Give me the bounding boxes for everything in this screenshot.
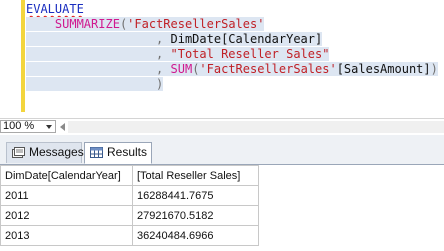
code-token: [SalesAmount] <box>336 62 431 76</box>
query-editor[interactable]: EVALUATE SUMMARIZE('FactResellerSales' ,… <box>0 0 444 118</box>
tab-messages[interactable]: Messages <box>6 142 84 163</box>
code-token: 'FactResellerSales' <box>127 17 265 31</box>
horizontal-scrollbar[interactable] <box>68 121 444 133</box>
code-token: EVALUATE <box>26 2 84 16</box>
code-token: ) <box>430 62 438 76</box>
code-line-text: ) <box>26 77 164 91</box>
tab-messages-label: Messages <box>29 145 84 159</box>
zoom-select[interactable]: 100 % <box>0 120 56 133</box>
editor-gutter <box>0 0 20 118</box>
column-header-calendar-year[interactable]: DimDate[CalendarYear] <box>0 165 133 186</box>
code-token: , <box>26 47 171 61</box>
code-line[interactable]: , DimDate[CalendarYear] <box>26 32 438 47</box>
cell-total-reseller-sales[interactable]: 27921670.5182 <box>132 205 259 226</box>
code-text[interactable]: EVALUATE SUMMARIZE('FactResellerSales' ,… <box>26 2 438 92</box>
messages-icon <box>12 147 25 158</box>
cell-total-reseller-sales[interactable]: 16288441.7675 <box>132 185 259 206</box>
tab-results-label: Results <box>107 145 148 159</box>
scroll-left-arrow-icon[interactable] <box>60 123 65 131</box>
results-tabs: Messages Results <box>0 138 444 165</box>
code-token: DimDate[CalendarYear] <box>170 32 323 46</box>
tab-results[interactable]: Results <box>84 142 152 164</box>
zoom-bar: 100 % <box>0 118 444 135</box>
code-line-text: , SUM('FactResellerSales'[SalesAmount]) <box>26 62 438 76</box>
results-pane: Messages Results DimDate[CalendarYear] [… <box>0 135 444 251</box>
table-row[interactable]: 2011 16288441.7675 <box>0 185 259 206</box>
code-line[interactable]: , "Total Reseller Sales" <box>26 47 438 62</box>
code-token: "Total Reseller Sales" <box>170 47 330 61</box>
code-line-text: SUMMARIZE('FactResellerSales' <box>26 17 265 31</box>
grid-header-row: DimDate[CalendarYear] [Total Reseller Sa… <box>0 165 259 186</box>
change-tracking-bar <box>21 0 25 112</box>
code-line[interactable]: EVALUATE <box>26 2 438 17</box>
code-token: 'FactResellerSales' <box>199 62 337 76</box>
code-token: SUM <box>170 62 193 76</box>
code-token: , <box>26 62 171 76</box>
code-line[interactable]: ) <box>26 77 438 92</box>
column-header-total-reseller-sales[interactable]: [Total Reseller Sales] <box>132 165 259 186</box>
zoom-value: 100 % <box>3 120 35 132</box>
table-row[interactable]: 2012 27921670.5182 <box>0 205 259 226</box>
cell-calendar-year[interactable]: 2011 <box>0 185 133 206</box>
code-line[interactable]: , SUM('FactResellerSales'[SalesAmount]) <box>26 62 438 77</box>
cell-total-reseller-sales[interactable]: 36240484.6966 <box>132 225 259 246</box>
cell-calendar-year[interactable]: 2013 <box>0 225 133 246</box>
code-token: SUMMARIZE <box>54 17 120 31</box>
code-line-text: , "Total Reseller Sales" <box>26 47 330 61</box>
table-row[interactable]: 2013 36240484.6966 <box>0 225 259 246</box>
grid-icon <box>90 147 103 158</box>
code-token: ) <box>26 77 164 91</box>
results-grid-area: DimDate[CalendarYear] [Total Reseller Sa… <box>0 165 444 251</box>
code-line-text: , DimDate[CalendarYear] <box>26 32 323 46</box>
results-grid[interactable]: DimDate[CalendarYear] [Total Reseller Sa… <box>0 165 259 246</box>
code-token: , <box>26 32 171 46</box>
chevron-down-icon <box>46 125 52 129</box>
code-line[interactable]: SUMMARIZE('FactResellerSales' <box>26 17 438 32</box>
code-line-text: EVALUATE <box>26 2 84 16</box>
cell-calendar-year[interactable]: 2012 <box>0 205 133 226</box>
